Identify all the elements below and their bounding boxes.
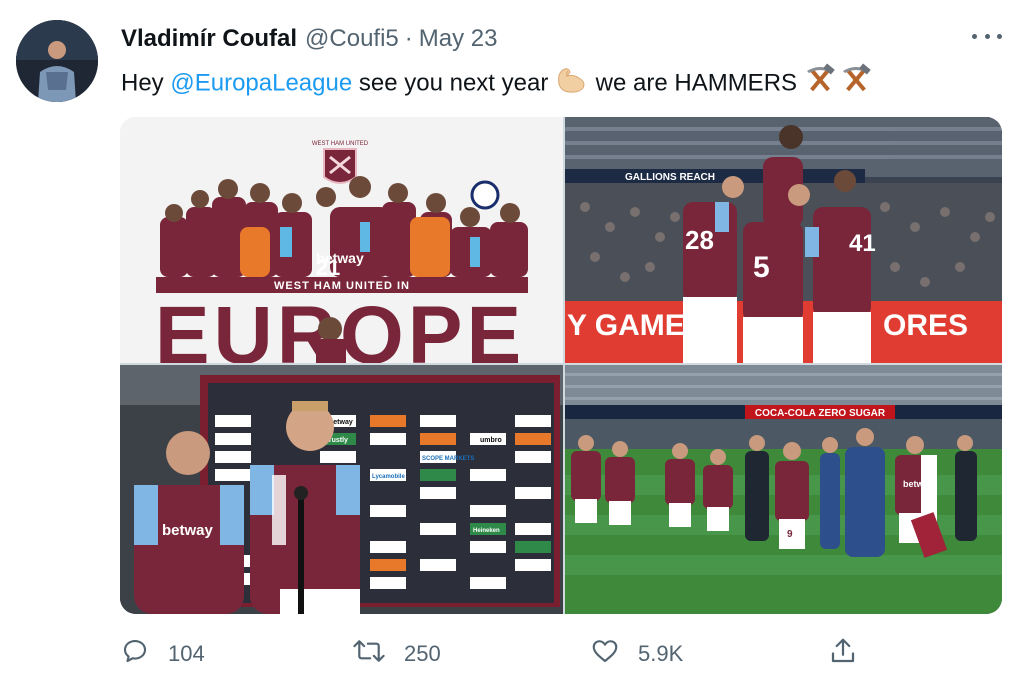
mention-link[interactable]: @EuropaLeague	[170, 69, 352, 96]
photo4-number: 9	[787, 529, 793, 540]
gallions-reach-board: GALLIONS REACH	[625, 172, 715, 183]
photo4-shirt-text: betway	[903, 479, 934, 489]
ad-right-text: ORES	[883, 309, 968, 342]
share-button[interactable]	[828, 636, 858, 672]
like-count: 5.9K	[638, 641, 684, 666]
photo3-shirt-text: betway	[162, 522, 214, 539]
like-button[interactable]: 5.9K	[590, 636, 683, 672]
tweet-header: Vladimír Coufal @Coufi5 · May 23	[121, 22, 497, 56]
player-number-41: 41	[849, 230, 876, 257]
reply-icon	[120, 636, 150, 672]
photo-4-team-on-pitch[interactable]: COCA-COLA ZERO SUGAR betway 9	[565, 365, 1002, 614]
tweet-text-suffix: we are HAMMERS	[588, 69, 804, 97]
author-name[interactable]: Vladimír Coufal	[121, 25, 297, 53]
muscle-emoji-icon	[555, 64, 589, 104]
retweet-icon	[352, 636, 386, 672]
media-grid: WEST HAM UNITED betway 21 WEST HAM UNITE…	[120, 117, 1002, 614]
tweet-text-middle: see you next year	[352, 69, 555, 97]
sponsor-heineken: Heineken	[473, 528, 500, 534]
photo1-number: 21	[316, 255, 340, 280]
photo-3-interview[interactable]: betway SCOPE MARKETS umbro Heineken Lyca…	[120, 365, 563, 614]
tweet-text-prefix: Hey	[121, 69, 171, 97]
photo-1-europe-graphic[interactable]: WEST HAM UNITED betway 21 WEST HAM UNITE…	[120, 117, 563, 363]
author-handle[interactable]: @Coufi5	[305, 25, 399, 53]
crest-text: WEST HAM UNITED	[312, 141, 369, 147]
separator: ·	[404, 25, 413, 52]
tweet: Vladimír Coufal @Coufi5 · May 23 Hey @Eu…	[0, 0, 1024, 695]
stand-sign-text: COCA-COLA ZERO SUGAR	[755, 408, 886, 419]
more-options-icon[interactable]	[972, 28, 1002, 44]
photo-2-celebration[interactable]: GALLIONS REACH Y GAMES ORES 28 5 41	[565, 117, 1002, 363]
hammer-and-pick-icon	[804, 63, 874, 105]
sponsor-lycamobile: Lycamobile	[372, 474, 405, 480]
sponsor-umbro: umbro	[480, 437, 502, 444]
player-number-5: 5	[753, 251, 770, 284]
retweet-button[interactable]: 250	[352, 636, 441, 672]
share-icon	[828, 636, 858, 672]
crest-icon	[323, 148, 357, 184]
heart-icon	[590, 636, 620, 672]
tweet-date[interactable]: May 23	[419, 25, 498, 53]
reply-button[interactable]: 104	[120, 636, 205, 672]
reply-count: 104	[168, 641, 205, 666]
tweet-actions: 104 250 5.9K	[120, 636, 1002, 672]
tweet-text: Hey @EuropaLeague see you next year we a…	[121, 63, 874, 105]
retweet-count: 250	[404, 641, 441, 666]
sponsor-scope-markets: SCOPE MARKETS	[422, 456, 474, 462]
player-number-28: 28	[685, 225, 714, 255]
avatar[interactable]	[16, 20, 98, 102]
